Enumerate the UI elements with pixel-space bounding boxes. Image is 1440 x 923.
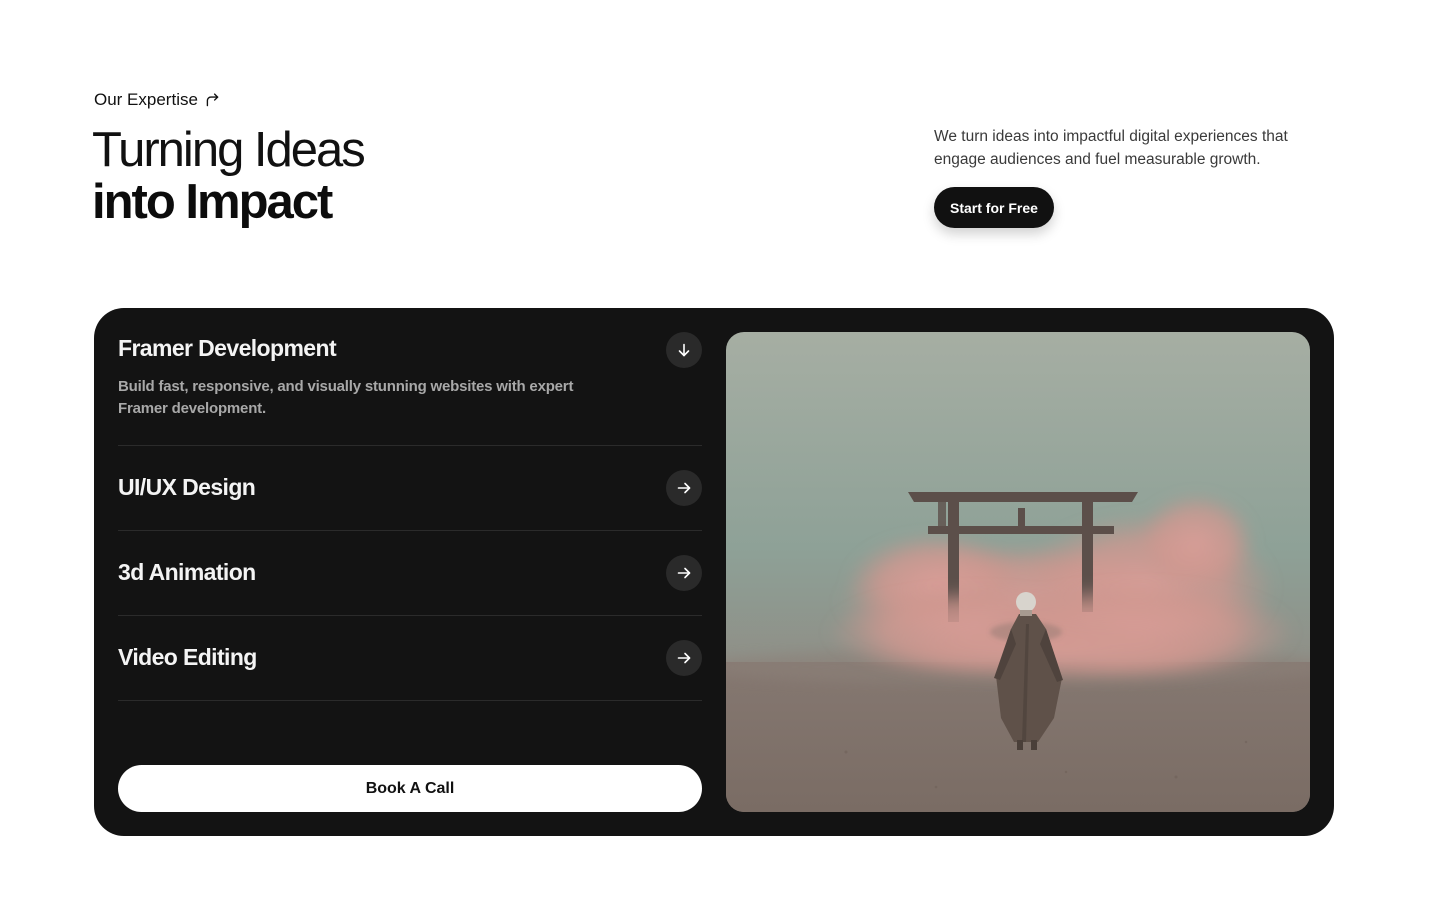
service-description: Build fast, responsive, and visually stu… (118, 378, 574, 417)
arrow-right-icon (677, 482, 691, 494)
start-for-free-button[interactable]: Start for Free (934, 187, 1054, 228)
service-item-ui-ux-design[interactable]: UI/UX Design (118, 446, 702, 531)
eyebrow-label: Our Expertise (94, 90, 198, 109)
arrow-down-icon (678, 343, 690, 357)
service-item-video-editing[interactable]: Video Editing (118, 616, 702, 701)
torii-gate-illustration (726, 332, 1310, 812)
expand-service-button[interactable] (666, 640, 702, 676)
headline-bold: into Impact (92, 175, 333, 229)
services-card: Framer Development Build fast, responsiv… (94, 308, 1334, 836)
service-item-framer-development[interactable]: Framer Development Build fast, responsiv… (118, 308, 702, 446)
service-title: Framer Development (118, 335, 337, 361)
collapse-service-button[interactable] (666, 332, 702, 368)
intro-text: We turn ideas into impactful digital exp… (934, 128, 1288, 168)
section-eyebrow: Our Expertise (94, 90, 221, 110)
expand-service-button[interactable] (666, 555, 702, 591)
arrow-turn-up-right-icon (206, 92, 219, 106)
headline-light: Turning Ideas (92, 123, 366, 177)
arrow-right-icon (677, 652, 691, 664)
services-accordion: Framer Development Build fast, responsiv… (118, 308, 702, 701)
service-title: 3d Animation (118, 559, 256, 585)
expand-service-button[interactable] (666, 470, 702, 506)
arrow-right-icon (677, 567, 691, 579)
book-a-call-button[interactable]: Book A Call (118, 765, 702, 812)
expertise-section: Our Expertise Turning Ideas into Impact … (0, 0, 1440, 923)
service-title: Video Editing (118, 644, 257, 670)
service-item-3d-animation[interactable]: 3d Animation (118, 531, 702, 616)
page-title: Turning Ideas into Impact (92, 123, 366, 229)
service-title: UI/UX Design (118, 474, 256, 500)
